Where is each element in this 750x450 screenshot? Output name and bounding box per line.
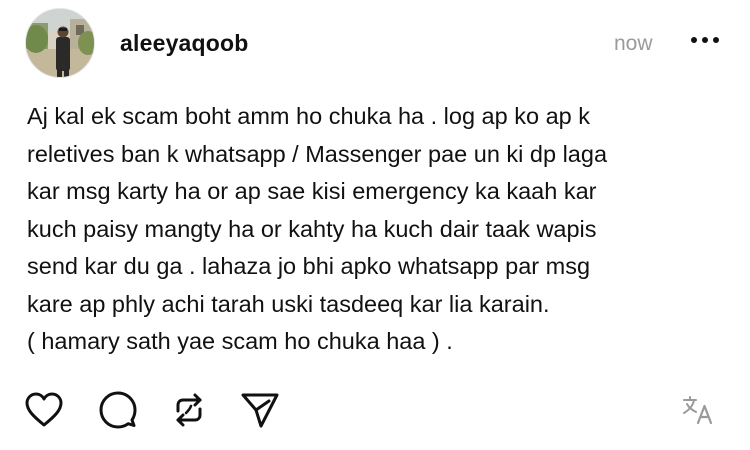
comment-icon xyxy=(99,391,137,429)
send-icon xyxy=(241,393,279,428)
post-timestamp: now xyxy=(614,32,653,55)
translate-icon xyxy=(683,396,713,425)
avatar-photo xyxy=(26,9,94,77)
avatar[interactable] xyxy=(25,8,95,78)
post-body-text: Aj kal ek scam boht amm ho chuka ha . lo… xyxy=(27,103,608,354)
post-header: aleeyaqoob now xyxy=(22,4,728,80)
author-username[interactable]: aleeyaqoob xyxy=(120,30,249,57)
post-card: aleeyaqoob now Aj kal ek scam boht amm h… xyxy=(0,0,750,450)
repost-icon xyxy=(176,393,202,427)
more-options-button[interactable] xyxy=(688,28,722,52)
like-button[interactable] xyxy=(24,390,64,430)
post-action-bar xyxy=(24,386,724,434)
share-button[interactable] xyxy=(240,390,280,430)
repost-button[interactable] xyxy=(169,390,209,430)
heart-icon xyxy=(25,392,63,427)
more-horizontal-icon xyxy=(691,37,719,43)
reply-button[interactable] xyxy=(98,390,138,430)
translate-button[interactable] xyxy=(680,392,716,428)
